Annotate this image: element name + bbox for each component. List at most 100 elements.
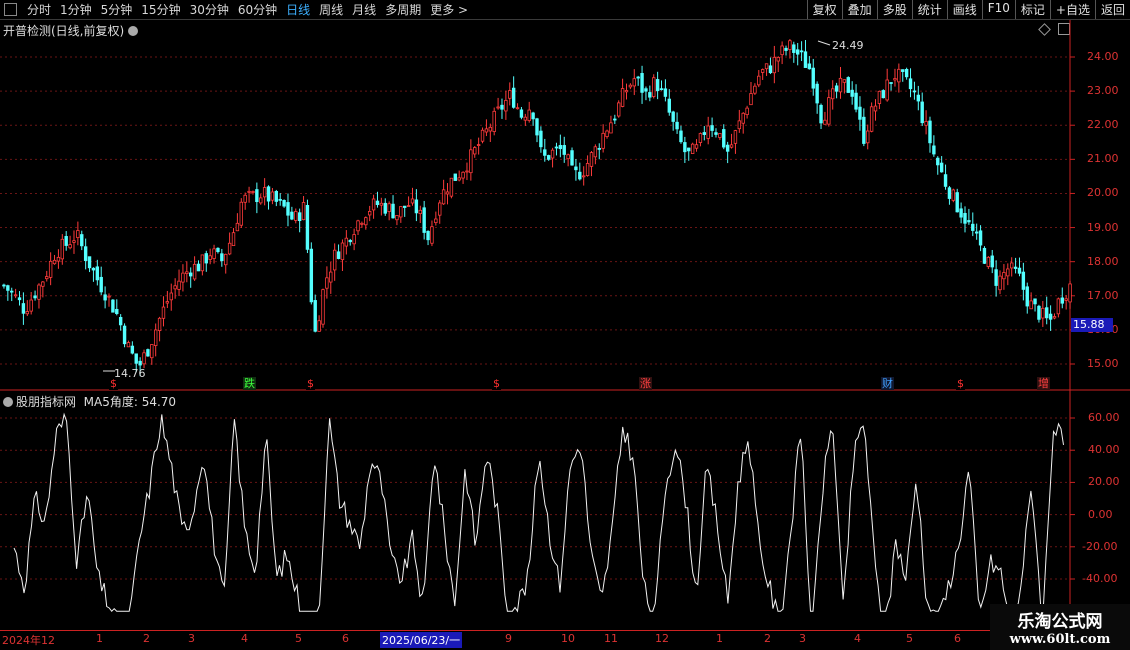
candle-body <box>807 63 812 70</box>
candle-body <box>733 130 738 144</box>
candle-body <box>955 192 959 213</box>
candle-body <box>1056 298 1061 315</box>
candle-body <box>963 212 967 224</box>
candle-body <box>877 90 882 104</box>
event-marker: 增 <box>1037 377 1050 390</box>
candle-body <box>745 107 749 115</box>
candle-body <box>504 99 508 112</box>
candle-body <box>142 352 146 365</box>
candle-body <box>636 76 640 79</box>
indicator-label: 60.00 <box>1088 411 1120 424</box>
watermark: 乐淘公式网 www.60lt.com <box>990 604 1130 650</box>
candle-body <box>301 202 306 221</box>
candle-body <box>177 280 181 290</box>
candle-body <box>457 177 461 181</box>
candle-body <box>1064 298 1068 301</box>
candle-body <box>317 320 321 332</box>
candle-body <box>461 171 465 179</box>
candle-body <box>939 162 944 173</box>
candle-body <box>570 150 574 166</box>
candle-body <box>41 281 45 287</box>
candle-body <box>91 267 96 271</box>
candle-body <box>251 191 255 193</box>
candle-body <box>161 306 166 319</box>
candle-body <box>1017 267 1022 274</box>
candle-body <box>367 211 372 216</box>
candle-body <box>741 112 745 124</box>
candle-body <box>80 234 84 247</box>
candle-body <box>768 65 773 74</box>
candle-body <box>297 212 302 222</box>
candle-body <box>928 120 932 144</box>
candle-body <box>1045 307 1049 319</box>
candle-body <box>986 256 991 267</box>
candle-body <box>729 144 734 148</box>
candle-body <box>185 271 189 275</box>
candle-body <box>1021 271 1026 290</box>
candle-body <box>313 300 317 332</box>
candle-body <box>550 149 555 159</box>
candle-body <box>348 239 352 243</box>
candle-body <box>10 290 14 293</box>
candle-body <box>414 199 419 214</box>
price-label: 17.00 <box>1087 288 1119 302</box>
candle-body <box>484 128 489 133</box>
date-label: 2 <box>143 632 150 645</box>
candle-body <box>192 263 197 280</box>
candle-body <box>500 104 504 110</box>
candle-body <box>683 142 687 153</box>
candle-body <box>663 88 668 97</box>
candle-body <box>356 220 360 232</box>
date-label: 6 <box>342 632 349 645</box>
candle-body <box>418 209 422 214</box>
price-label: 19.00 <box>1087 220 1119 234</box>
candle-body <box>6 285 10 291</box>
event-marker: $ <box>956 377 965 390</box>
candle-body <box>278 198 282 201</box>
candle-body <box>45 276 49 280</box>
candle-body <box>531 112 535 120</box>
indicator-site: 股朋指标网 <box>16 395 77 409</box>
candle-body <box>1048 313 1053 320</box>
candle-body <box>854 92 858 110</box>
indicator-label: -20.00 <box>1082 539 1118 553</box>
candle-body <box>212 248 216 259</box>
candle-body <box>624 90 629 93</box>
date-label: 2024年12 <box>2 634 55 647</box>
candle-body <box>675 121 679 130</box>
candle-body <box>644 88 648 92</box>
candle-body <box>593 146 598 158</box>
candle-body <box>150 344 154 359</box>
current-price-tag: 15.88 <box>1071 318 1113 332</box>
low-price-note: 14.76 <box>114 367 146 380</box>
date-label: 12 <box>655 632 669 645</box>
candle-body <box>990 255 994 268</box>
candle-body <box>476 144 481 146</box>
date-label: 5 <box>906 632 913 645</box>
chevron-down-icon[interactable] <box>3 397 13 407</box>
candle-body <box>589 152 594 167</box>
candle-body <box>897 68 901 83</box>
candle-body <box>224 253 228 266</box>
candle-body <box>469 149 473 174</box>
candle-body <box>430 226 434 244</box>
candle-body <box>581 175 586 178</box>
candle-body <box>438 202 442 216</box>
candle-body <box>780 45 784 56</box>
date-label: 4 <box>241 632 248 645</box>
candle-body <box>819 104 823 124</box>
price-label: 23.00 <box>1087 84 1119 98</box>
candle-body <box>831 88 835 100</box>
candle-body <box>827 97 831 125</box>
candle-body <box>1029 300 1033 310</box>
candle-body <box>344 237 349 247</box>
candle-body <box>585 163 590 176</box>
candle-body <box>181 272 185 283</box>
candle-body <box>449 177 454 197</box>
candle-body <box>764 63 769 70</box>
date-label: 1 <box>96 632 103 645</box>
candle-body <box>617 102 621 117</box>
candle-body <box>508 90 512 99</box>
stock-chart[interactable] <box>0 0 1130 650</box>
candle-body <box>395 215 399 221</box>
